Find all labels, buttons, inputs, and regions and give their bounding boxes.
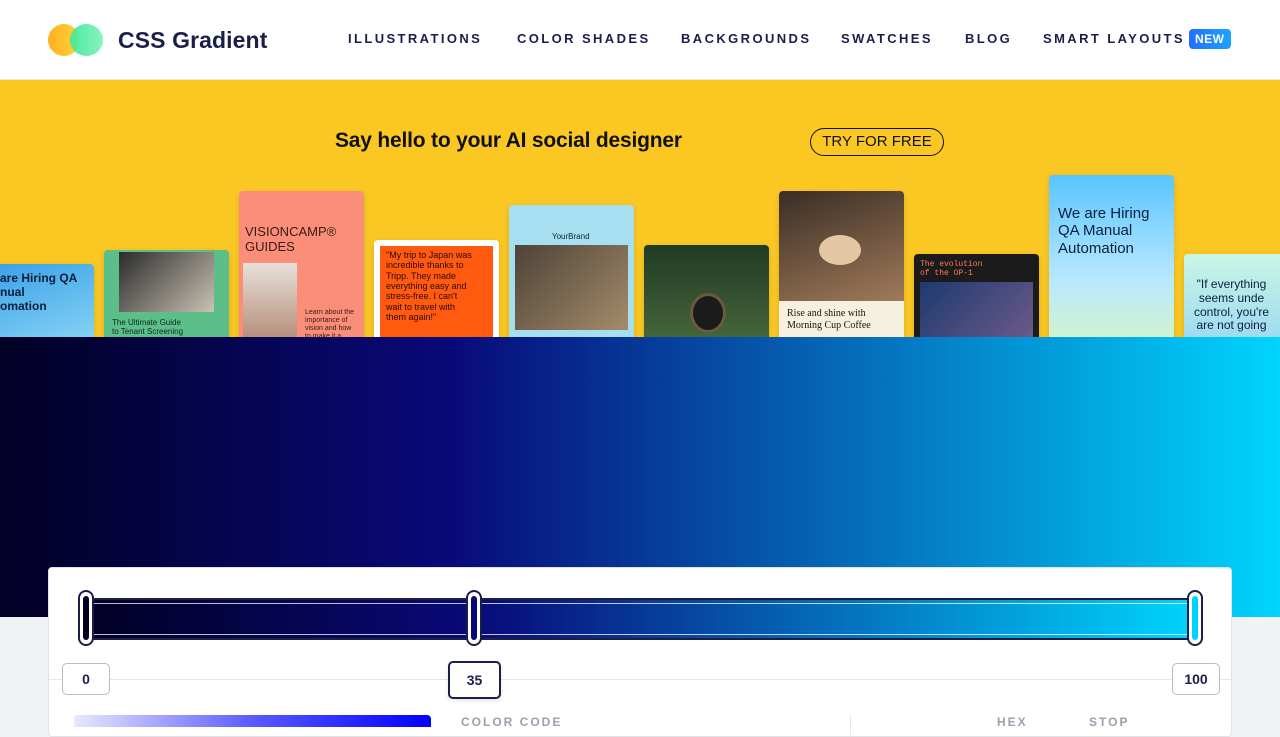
brand-name[interactable]: CSS Gradient [118, 27, 267, 54]
nav-smart-layouts[interactable]: SMART LAYOUTS [1043, 31, 1185, 46]
color-code-label: COLOR CODE [461, 715, 563, 729]
promo-card: VISIONCAMP® GUIDES Learn about the impor… [239, 191, 364, 337]
stop-color-swatch [471, 596, 477, 640]
promo-card-text: Learn about the importance of vision and… [305, 309, 355, 337]
promo-card: The Ultimate Guide to Tenant Screening [104, 250, 229, 337]
nav-backgrounds[interactable]: BACKGROUNDS [681, 31, 811, 46]
promo-banner[interactable]: Say hello to your AI social designer TRY… [0, 80, 1280, 337]
stop-color-swatch [83, 596, 89, 640]
promo-card: are Hiring QA nual omation [0, 264, 94, 337]
promo-card-text: We are Hiring QA Manual Automation [1058, 205, 1150, 257]
hex-label: HEX [997, 715, 1028, 729]
promo-title: Say hello to your AI social designer [335, 129, 682, 152]
promo-card-text: Rise and shine with Morning Cup Coffee [787, 308, 871, 331]
logo-icon[interactable] [48, 22, 104, 58]
stop-label: STOP [1089, 715, 1130, 729]
promo-card-text: The Ultimate Guide to Tenant Screening [112, 318, 184, 337]
color-stop-handle[interactable] [78, 590, 94, 646]
promo-card-text: "If everything seems unde control, you'r… [1194, 277, 1269, 333]
nav-color-shades[interactable]: COLOR SHADES [517, 31, 651, 46]
promo-card [644, 245, 769, 337]
divider [49, 679, 1233, 680]
promo-card: Rise and shine with Morning Cup Coffee [779, 191, 904, 337]
stop-position-label-active[interactable]: 35 [448, 661, 501, 699]
promo-card-text: "My trip to Japan was incredible thanks … [386, 250, 472, 323]
divider [850, 715, 851, 735]
color-stop-handle-active[interactable] [466, 590, 482, 646]
promo-card: YourBrand [509, 205, 634, 337]
color-stop-handle[interactable] [1187, 590, 1203, 646]
new-badge: NEW [1189, 29, 1231, 49]
gradient-editor-panel: 0 35 100 COLOR CODE HEX STOP [48, 567, 1233, 737]
promo-card-text: VISIONCAMP® GUIDES [245, 224, 337, 254]
color-picker-swatch[interactable] [74, 715, 431, 727]
promo-card-text: YourBrand [552, 232, 590, 241]
promo-card: The evolution of the OP-1 [914, 254, 1039, 337]
stop-position-label[interactable]: 100 [1172, 663, 1220, 695]
promo-card-text: The evolution of the OP-1 [920, 260, 983, 279]
promo-card-text: are Hiring QA nual omation [0, 271, 78, 313]
promo-card: We are Hiring QA Manual Automation [1049, 175, 1174, 337]
nav-swatches[interactable]: SWATCHES [841, 31, 933, 46]
stop-color-swatch [1192, 596, 1198, 640]
promo-card: "My trip to Japan was incredible thanks … [374, 240, 499, 337]
promo-card: "If everything seems unde control, you'r… [1184, 254, 1280, 337]
nav-blog[interactable]: BLOG [965, 31, 1012, 46]
gradient-bar[interactable] [86, 598, 1196, 640]
try-for-free-button[interactable]: TRY FOR FREE [810, 128, 944, 156]
site-header: CSS Gradient ILLUSTRATIONS COLOR SHADES … [0, 0, 1280, 80]
nav-illustrations[interactable]: ILLUSTRATIONS [348, 31, 482, 46]
stop-position-label[interactable]: 0 [62, 663, 110, 695]
